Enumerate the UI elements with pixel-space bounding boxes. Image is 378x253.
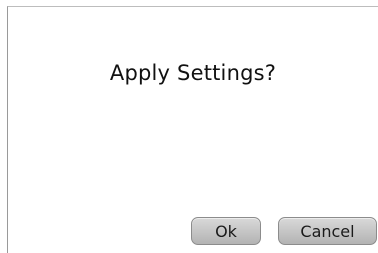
dialog-message: Apply Settings?	[109, 61, 277, 85]
ok-button[interactable]: Ok	[191, 217, 261, 245]
cancel-button[interactable]: Cancel	[278, 217, 377, 245]
apply-settings-dialog: Apply Settings? Ok Cancel	[7, 6, 378, 253]
